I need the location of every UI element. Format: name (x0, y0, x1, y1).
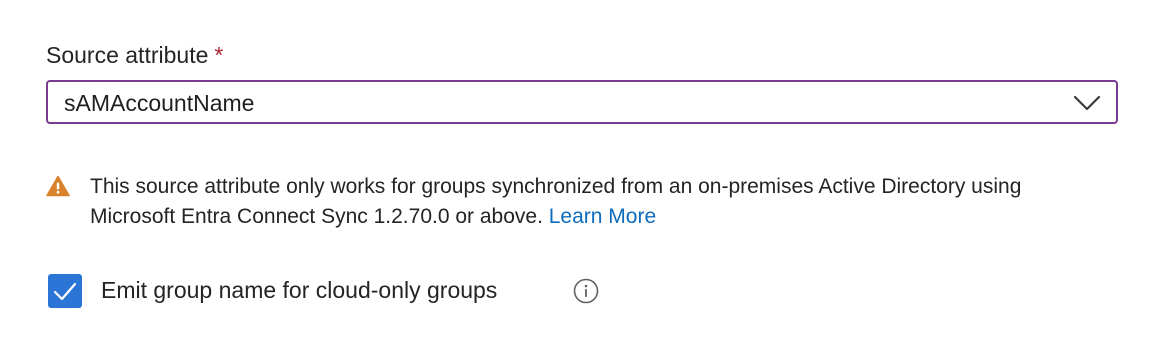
info-icon[interactable] (573, 278, 599, 304)
chevron-down-icon (1073, 95, 1101, 111)
source-attribute-dropdown[interactable]: sAMAccountName (46, 80, 1118, 124)
learn-more-link[interactable]: Learn More (549, 205, 656, 228)
checkmark-icon (53, 282, 77, 301)
emit-group-name-label[interactable]: Emit group name for cloud-only groups (101, 275, 497, 305)
source-attribute-label: Source attribute * (46, 40, 223, 70)
required-marker: * (214, 42, 224, 68)
source-attribute-label-text: Source attribute (46, 42, 209, 68)
source-attribute-selected-value: sAMAccountName (64, 90, 255, 116)
emit-group-name-checkbox[interactable] (48, 274, 82, 308)
warning-text: This source attribute only works for gro… (90, 172, 1110, 232)
warning-icon (46, 175, 70, 197)
